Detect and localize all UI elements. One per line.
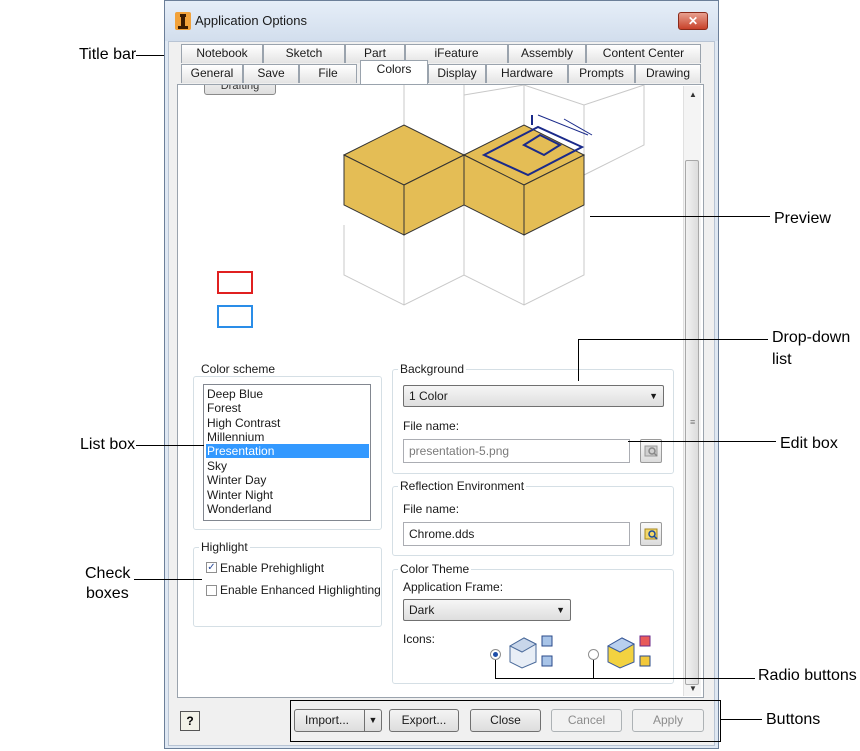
tab-assembly[interactable]: Assembly bbox=[508, 44, 586, 63]
callout-line-preview bbox=[590, 216, 770, 217]
inventor-app-icon bbox=[175, 12, 191, 30]
buttons-bracket-bottom bbox=[290, 741, 720, 742]
highlight-swatch-red bbox=[217, 271, 253, 294]
list-item-selected[interactable]: Presentation bbox=[206, 444, 369, 458]
enable-enhanced-highlighting-checkbox[interactable] bbox=[206, 585, 217, 596]
application-frame-value: Dark bbox=[409, 603, 435, 617]
help-button[interactable]: ? bbox=[180, 711, 200, 731]
help-icon: ? bbox=[186, 714, 194, 728]
import-dropdown-icon[interactable]: ▼ bbox=[364, 710, 381, 731]
highlight-label: Highlight bbox=[199, 540, 250, 554]
callout-check-2: boxes bbox=[86, 585, 129, 602]
list-item[interactable]: Deep Blue bbox=[206, 387, 369, 401]
list-item[interactable]: Wonderland bbox=[206, 502, 369, 516]
vertical-scrollbar[interactable]: ▲ ≡ ▼ bbox=[683, 86, 701, 696]
callout-check-1: Check bbox=[85, 565, 131, 582]
color-theme-label: Color Theme bbox=[398, 562, 472, 576]
icons-label: Icons: bbox=[403, 632, 436, 646]
reflection-file-value: Chrome.dds bbox=[409, 527, 475, 541]
application-frame-dropdown[interactable]: Dark ▼ bbox=[403, 599, 571, 621]
icons-theme-radio-1[interactable] bbox=[490, 649, 501, 660]
callout-line-check-h bbox=[134, 579, 202, 580]
background-file-value: presentation-5.png bbox=[409, 444, 510, 458]
tab-display[interactable]: Display bbox=[428, 64, 486, 83]
import-label: Import... bbox=[305, 713, 350, 727]
callout-list-box: List box bbox=[80, 436, 136, 453]
tab-colors[interactable]: Colors bbox=[360, 60, 428, 84]
scroll-down-arrow-icon[interactable]: ▼ bbox=[689, 684, 697, 693]
tab-sketch[interactable]: Sketch bbox=[263, 44, 345, 63]
close-button[interactable]: Close bbox=[470, 709, 541, 732]
list-item[interactable]: Forest bbox=[206, 401, 369, 415]
list-item[interactable]: High Contrast bbox=[206, 416, 369, 430]
callout-line-radio-h bbox=[495, 678, 755, 679]
buttons-bracket-right bbox=[720, 700, 721, 742]
list-item[interactable]: Winter Night bbox=[206, 488, 369, 502]
buttons-bracket-top bbox=[290, 700, 720, 701]
buttons-bracket-left bbox=[290, 700, 291, 742]
browse-folder-icon bbox=[644, 528, 658, 540]
scroll-grip-icon: ≡ bbox=[690, 417, 696, 427]
callout-line-dropdown-h bbox=[578, 339, 768, 340]
callout-buttons: Buttons bbox=[766, 711, 821, 728]
tab-file[interactable]: File bbox=[299, 64, 357, 83]
highlight-swatch-blue bbox=[217, 305, 253, 328]
browse-folder-icon bbox=[644, 445, 658, 457]
callout-radio: Radio buttons bbox=[758, 667, 857, 684]
background-file-label: File name: bbox=[403, 419, 460, 433]
list-item[interactable]: Winter Day bbox=[206, 473, 369, 487]
tab-drawing[interactable]: Drawing bbox=[635, 64, 701, 83]
list-item[interactable]: Millennium bbox=[206, 430, 369, 444]
scroll-up-arrow-icon[interactable]: ▲ bbox=[689, 90, 697, 99]
icons-theme-radio-2[interactable] bbox=[588, 649, 599, 660]
close-window-button[interactable]: ✕ bbox=[678, 12, 708, 30]
icon-theme-preview-2-icon bbox=[606, 635, 651, 669]
color-scheme-listbox[interactable]: Deep Blue Forest High Contrast Millenniu… bbox=[203, 384, 371, 521]
callout-line-radio-v2 bbox=[593, 660, 594, 678]
background-file-edit[interactable]: presentation-5.png bbox=[403, 439, 630, 463]
tab-save[interactable]: Save bbox=[243, 64, 299, 83]
background-dropdown-value: 1 Color bbox=[409, 389, 448, 403]
export-button[interactable]: Export... bbox=[389, 709, 459, 732]
tab-general[interactable]: General bbox=[181, 64, 243, 83]
callout-title-bar: Title bar bbox=[79, 46, 137, 63]
enable-prehighlight-label[interactable]: Enable Prehighlight bbox=[220, 561, 324, 575]
reflection-file-edit[interactable]: Chrome.dds bbox=[403, 522, 630, 546]
background-browse-button[interactable] bbox=[640, 439, 662, 463]
tab-prompts[interactable]: Prompts bbox=[568, 64, 635, 83]
color-scheme-label: Color scheme bbox=[199, 362, 278, 376]
title-bar[interactable]: Application Options ✕ bbox=[165, 1, 718, 41]
callout-dropdown-1: Drop-down bbox=[772, 329, 851, 346]
dropdown-arrow-icon: ▼ bbox=[556, 605, 565, 615]
background-label: Background bbox=[398, 362, 467, 376]
scrollbar-thumb[interactable]: ≡ bbox=[685, 160, 699, 685]
tab-notebook[interactable]: Notebook bbox=[181, 44, 263, 63]
window-title: Application Options bbox=[195, 13, 308, 28]
reflection-environment-label: Reflection Environment bbox=[398, 479, 527, 493]
import-button[interactable]: Import... ▼ bbox=[294, 709, 382, 732]
dropdown-arrow-icon: ▼ bbox=[649, 391, 658, 401]
tab-content-center[interactable]: Content Center bbox=[586, 44, 701, 63]
callout-line-list-box bbox=[136, 445, 204, 446]
tab-hardware[interactable]: Hardware bbox=[486, 64, 568, 83]
close-icon: ✕ bbox=[687, 14, 699, 28]
callout-preview: Preview bbox=[774, 210, 831, 227]
callout-dropdown-2: list bbox=[772, 351, 792, 368]
enable-enhanced-highlighting-label[interactable]: Enable Enhanced Highlighting bbox=[220, 583, 381, 597]
list-item[interactable]: Sky bbox=[206, 459, 369, 473]
callout-line-dropdown-v bbox=[578, 339, 579, 381]
callout-line-radio-v1 bbox=[495, 660, 496, 678]
callout-line-buttons bbox=[720, 719, 762, 720]
callout-line-edit-box bbox=[628, 441, 776, 442]
apply-button[interactable]: Apply bbox=[632, 709, 704, 732]
application-frame-label: Application Frame: bbox=[403, 580, 504, 594]
background-dropdown[interactable]: 1 Color ▼ bbox=[403, 385, 664, 407]
icon-theme-preview-1-icon bbox=[508, 635, 553, 669]
reflection-file-label: File name: bbox=[403, 502, 460, 516]
preview-viewport bbox=[342, 85, 645, 306]
reflection-browse-button[interactable] bbox=[640, 522, 662, 546]
cancel-button[interactable]: Cancel bbox=[551, 709, 622, 732]
enable-prehighlight-checkbox[interactable]: ✓ bbox=[206, 562, 217, 573]
callout-edit-box: Edit box bbox=[780, 435, 838, 452]
